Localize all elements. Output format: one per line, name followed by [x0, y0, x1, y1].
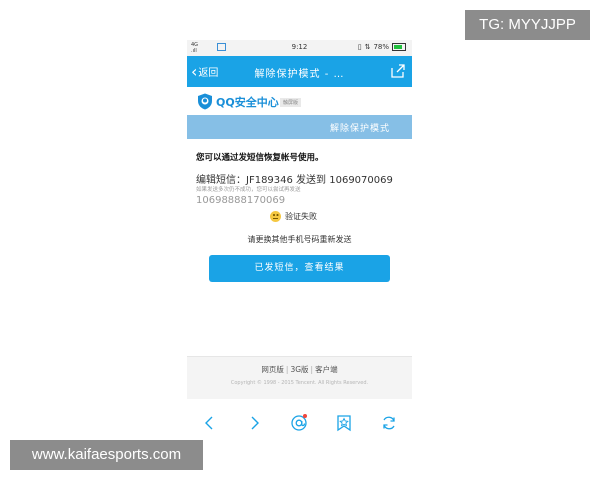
verification-status: 验证失败 — [270, 211, 317, 222]
watermark-site: www.kaifaesports.com — [10, 440, 203, 470]
status-bar: 4G .ıll 9:12 ▯ ⇅ 78% — [187, 40, 412, 56]
alternate-number: 10698888170069 — [196, 195, 286, 206]
battery-icon — [392, 43, 406, 51]
brand-name: QQ安全中心 — [216, 96, 279, 109]
title-bar: ‹ 返回 解除保护模式 - … — [187, 56, 412, 87]
sms-instruction: 编辑短信：JF189346 发送到 1069070069 — [196, 175, 393, 186]
section-bar: 解除保护模式 — [187, 115, 412, 139]
page-title: 解除保护模式 - … — [254, 69, 345, 80]
check-result-button[interactable]: 已发短信，查看结果 — [209, 255, 390, 282]
footer-link-3g[interactable]: 3G版 — [290, 365, 308, 374]
browser-bottom-nav — [187, 408, 412, 440]
footer: 网页版 | 3G版 | 客户端 Copyright © 1998 - 2015 Tenc… — [187, 356, 412, 399]
copyright: Copyright © 1998 - 2015 Tencent. All Rig… — [230, 380, 369, 386]
footer-link-client[interactable]: 客户端 — [315, 365, 338, 374]
brand-badge: 触屏版 — [280, 98, 302, 107]
sad-face-icon — [270, 211, 281, 222]
footer-links: 网页版 | 3G版 | 客户端 — [261, 365, 338, 374]
shield-logo-icon — [197, 93, 213, 110]
battery-percent: 78% — [373, 43, 389, 51]
share-icon[interactable] — [390, 63, 406, 79]
retry-tip: 请更换其他手机号码重新发送 — [247, 235, 352, 244]
back-button[interactable]: ‹ 返回 — [191, 61, 219, 81]
chevron-right-icon[interactable] — [245, 414, 263, 432]
instruction-heading: 您可以通过发短信恢复帐号使用。 — [196, 153, 324, 163]
phone-screen: 4G .ıll 9:12 ▯ ⇅ 78% ‹ 返回 解除保护模式 - … QQ安全… — [187, 40, 412, 440]
section-bar-label: 解除保护模式 — [329, 124, 390, 134]
at-icon[interactable] — [290, 414, 308, 432]
footer-link-web[interactable]: 网页版 — [261, 365, 284, 374]
fail-text: 验证失败 — [285, 212, 317, 221]
vibrate-icon: ▯ — [357, 43, 362, 51]
refresh-icon[interactable] — [380, 414, 398, 432]
notification-dot — [303, 414, 307, 418]
resend-hint: 如果发送多次仍不成功，您可以尝试再发送 — [196, 187, 301, 193]
brand-header: QQ安全中心 触屏版 — [187, 87, 412, 115]
network-icon: ⇅ — [364, 43, 371, 51]
back-label: 返回 — [198, 68, 219, 79]
chevron-left-icon: ‹ — [191, 61, 198, 81]
watermark-tg: TG: MYYJJPP — [465, 10, 590, 40]
bookmark-star-icon[interactable] — [335, 414, 353, 432]
chevron-left-icon[interactable] — [201, 414, 219, 432]
